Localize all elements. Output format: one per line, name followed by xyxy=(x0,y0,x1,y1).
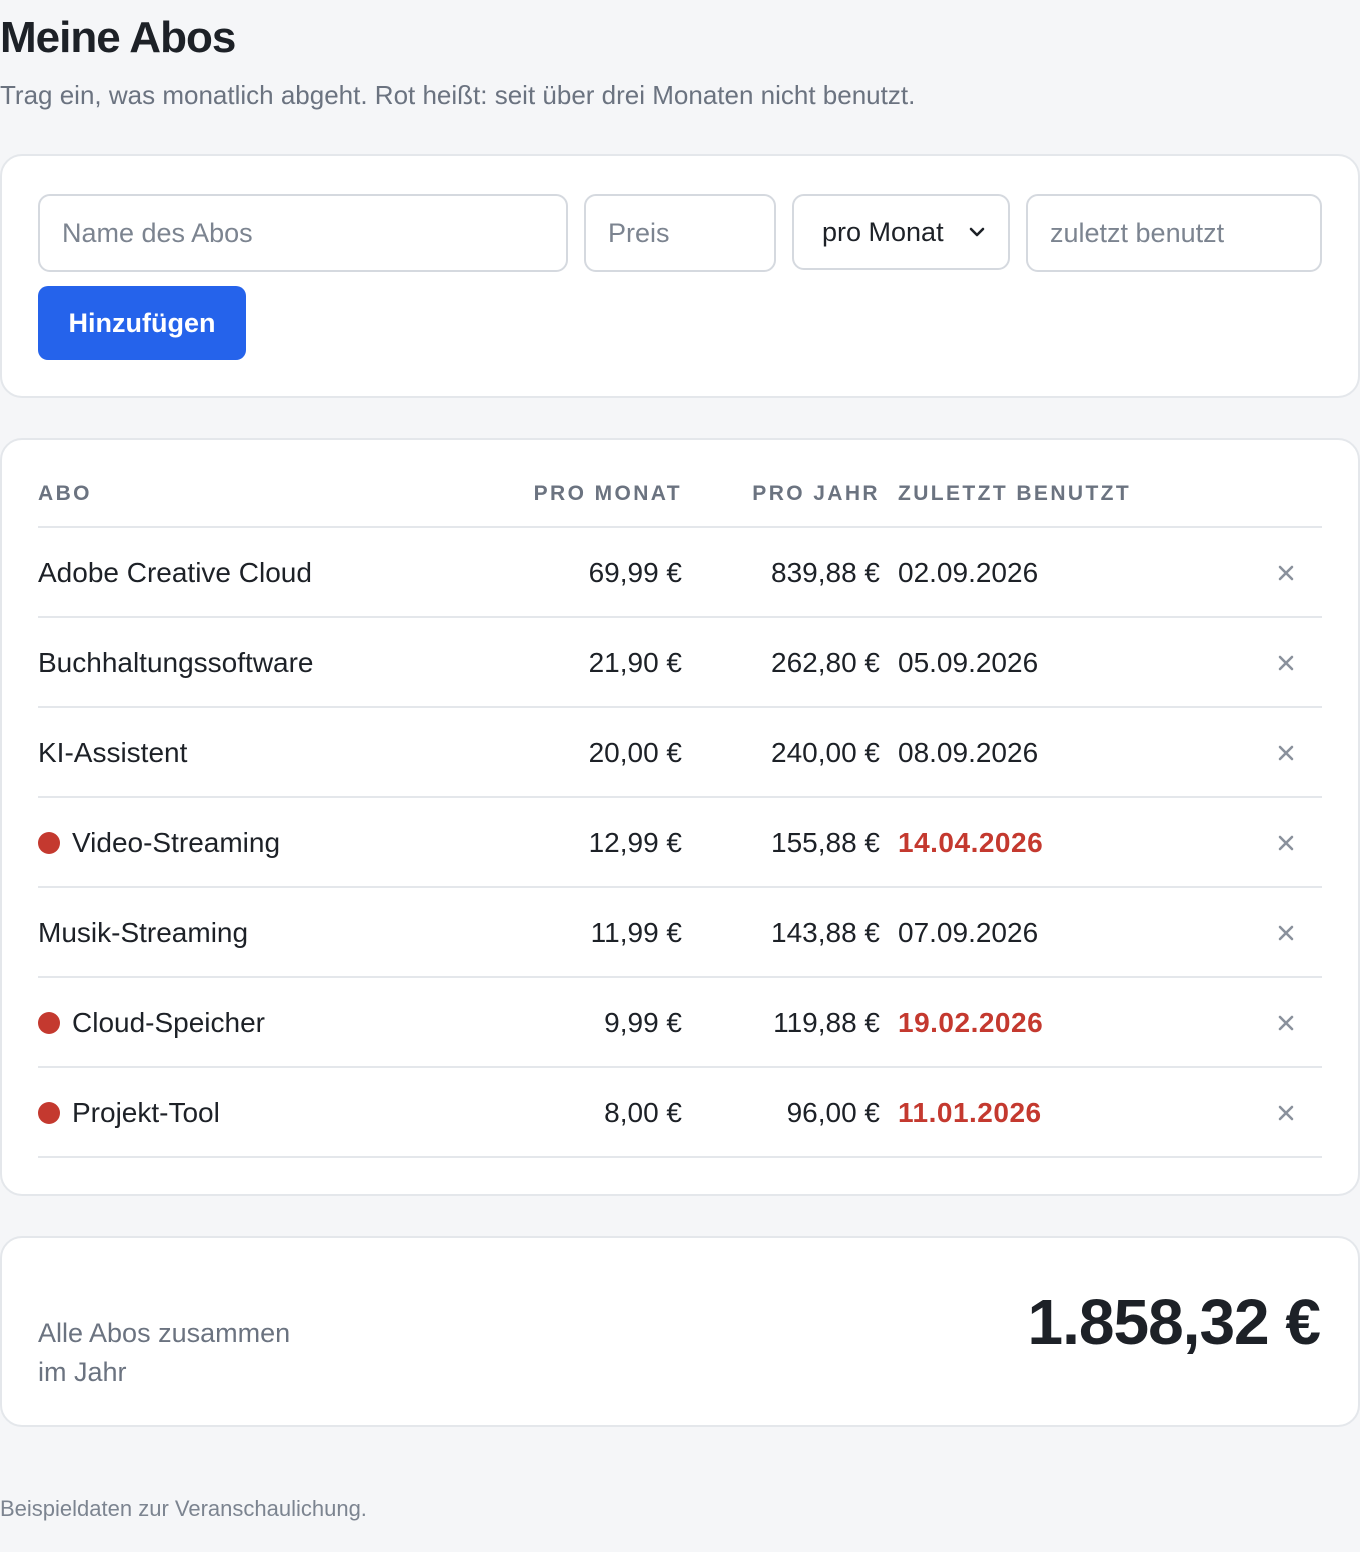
delete-row-button[interactable] xyxy=(1272,1009,1300,1037)
price-per-month: 69,99 € xyxy=(588,557,682,588)
subscription-name-cell: Video-Streaming xyxy=(38,826,280,860)
last-used-date: 07.09.2026 xyxy=(898,917,1039,948)
column-header-per-month: PRO MONAT xyxy=(533,482,682,505)
subscription-name: Adobe Creative Cloud xyxy=(38,557,312,588)
price-per-year: 155,88 € xyxy=(771,827,880,858)
close-icon xyxy=(1278,1105,1294,1121)
delete-row-button[interactable] xyxy=(1272,919,1300,947)
stale-indicator-dot xyxy=(38,832,60,854)
page-title: Meine Abos xyxy=(0,13,236,62)
table-row: Projekt-Tool 8,00 € 96,00 € 11.01.2026 xyxy=(38,1068,1322,1158)
last-used-date: 11.01.2026 xyxy=(898,1097,1042,1128)
subscription-name: Buchhaltungssoftware xyxy=(38,647,314,678)
price-per-year: 96,00 € xyxy=(786,1097,880,1128)
price-per-year: 262,80 € xyxy=(771,647,880,678)
last-used-date: 14.04.2026 xyxy=(898,827,1044,858)
table-row: Adobe Creative Cloud 69,99 € 839,88 € 02.09… xyxy=(38,528,1322,618)
delete-row-button[interactable] xyxy=(1272,559,1300,587)
close-icon xyxy=(1278,1015,1294,1031)
subscription-name: Video-Streaming xyxy=(72,827,281,858)
interval-select[interactable]: pro Monat xyxy=(792,194,1010,270)
price-per-year: 240,00 € xyxy=(771,737,880,768)
add-subscription-form: pro Monat Hinzufügen xyxy=(0,154,1360,398)
chevron-down-icon xyxy=(969,227,985,237)
last-used-date: 19.02.2026 xyxy=(898,1007,1044,1038)
table-body: Adobe Creative Cloud 69,99 € 839,88 € 02.09… xyxy=(38,528,1322,1158)
close-icon xyxy=(1278,835,1294,851)
table-row: Musik-Streaming 11,99 € 143,88 € 07.09.2026 xyxy=(38,888,1322,978)
close-icon xyxy=(1278,565,1294,581)
table-row: Cloud-Speicher 9,99 € 119,88 € 19.02.2026 xyxy=(38,978,1322,1068)
page: Meine Abos Trag ein, was monatlich abgeh… xyxy=(0,0,1360,1552)
footnote: Beispieldaten zur Veranschaulichung. xyxy=(0,1496,367,1521)
delete-row-button[interactable] xyxy=(1272,1099,1300,1127)
stale-indicator-dot xyxy=(38,1012,60,1034)
subscription-name-cell: Projekt-Tool xyxy=(38,1096,220,1130)
name-input[interactable] xyxy=(38,194,568,272)
price-per-month: 20,00 € xyxy=(588,737,682,768)
column-header-abo: ABO xyxy=(38,482,92,505)
subscription-name-cell: Adobe Creative Cloud xyxy=(38,556,312,590)
close-icon xyxy=(1278,925,1294,941)
subscription-name-cell: Cloud-Speicher xyxy=(38,1006,265,1040)
stale-indicator-dot xyxy=(38,1102,60,1124)
subscription-name-cell: Musik-Streaming xyxy=(38,916,248,950)
subscription-name: Cloud-Speicher xyxy=(72,1007,265,1038)
price-per-month: 11,99 € xyxy=(590,917,682,948)
add-button[interactable]: Hinzufügen xyxy=(38,286,246,360)
interval-select-value: pro Monat xyxy=(822,216,944,247)
close-icon xyxy=(1278,655,1294,671)
delete-row-button[interactable] xyxy=(1272,829,1300,857)
total-label: Alle Abos zusammen im Jahr xyxy=(38,1314,290,1392)
subscription-name-cell: KI-Assistent xyxy=(38,736,187,770)
last-used-date: 08.09.2026 xyxy=(898,737,1039,768)
close-icon xyxy=(1278,745,1294,761)
price-per-month: 21,90 € xyxy=(588,647,682,678)
price-per-year: 143,88 € xyxy=(771,917,880,948)
subscription-name: Projekt-Tool xyxy=(72,1097,220,1128)
table-row: KI-Assistent 20,00 € 240,00 € 08.09.2026 xyxy=(38,708,1322,798)
last-used-input[interactable] xyxy=(1026,194,1322,272)
delete-row-button[interactable] xyxy=(1272,649,1300,677)
price-per-year: 839,88 € xyxy=(771,557,880,588)
column-header-last-used: ZULETZT BENUTZT xyxy=(898,482,1132,505)
total-card: Alle Abos zusammen im Jahr 1.858,32 € xyxy=(0,1236,1360,1427)
subscription-name-cell: Buchhaltungssoftware xyxy=(38,646,314,680)
table-row: Video-Streaming 12,99 € 155,88 € 14.04.2026 xyxy=(38,798,1322,888)
price-per-month: 8,00 € xyxy=(604,1097,682,1128)
subscription-name: KI-Assistent xyxy=(38,737,188,768)
page-subtitle: Trag ein, was monatlich abgeht. Rot heiß… xyxy=(0,80,916,110)
total-label-line1: Alle Abos zusammen xyxy=(38,1318,291,1348)
total-value: 1.858,32 € xyxy=(1027,1286,1321,1358)
subscriptions-table: ABO PRO MONAT PRO JAHR ZULETZT BENUTZT A… xyxy=(0,438,1360,1196)
table-row: Buchhaltungssoftware 21,90 € 262,80 € 05.09… xyxy=(38,618,1322,708)
table-header: ABO PRO MONAT PRO JAHR ZULETZT BENUTZT xyxy=(38,440,1322,528)
total-label-line2: im Jahr xyxy=(38,1357,127,1387)
last-used-date: 05.09.2026 xyxy=(898,647,1039,678)
price-per-month: 12,99 € xyxy=(588,827,682,858)
subscription-name: Musik-Streaming xyxy=(38,917,249,948)
price-per-year: 119,88 € xyxy=(773,1007,880,1038)
price-input[interactable] xyxy=(584,194,776,272)
delete-row-button[interactable] xyxy=(1272,739,1300,767)
column-header-per-year: PRO JAHR xyxy=(752,482,880,505)
price-per-month: 9,99 € xyxy=(604,1007,682,1038)
last-used-date: 02.09.2026 xyxy=(898,557,1039,588)
